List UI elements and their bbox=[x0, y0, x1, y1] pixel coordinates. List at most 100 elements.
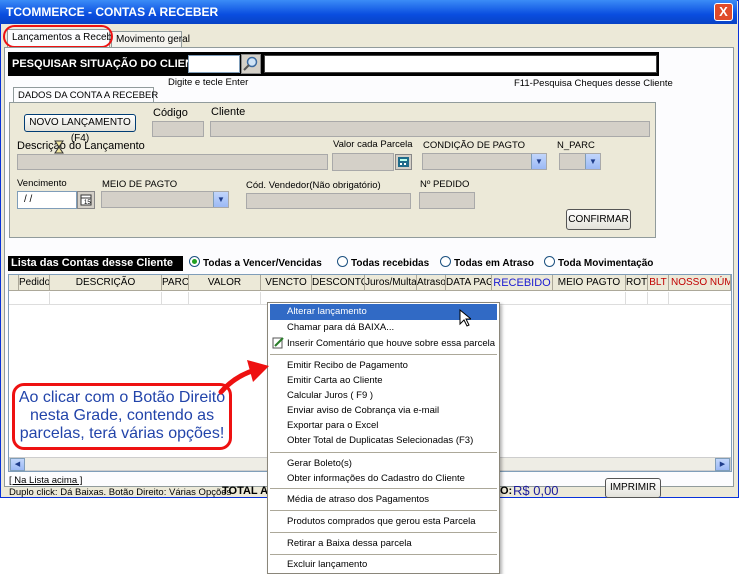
filter-recebidas[interactable]: Todas recebidas bbox=[337, 256, 429, 269]
condicao-select[interactable]: ▼ bbox=[422, 153, 547, 170]
menu-separator bbox=[270, 488, 497, 489]
nparc-select[interactable]: ▼ bbox=[559, 153, 601, 170]
tab-highlight-oval bbox=[3, 25, 113, 48]
codigo-field[interactable] bbox=[152, 121, 204, 137]
print-button-label: IMPRIMIR bbox=[609, 482, 657, 493]
scroll-right-icon[interactable]: ▶ bbox=[715, 458, 730, 471]
vendedor-field[interactable] bbox=[246, 193, 411, 209]
col-juros[interactable]: Juros/Multa bbox=[365, 275, 417, 291]
scroll-left-icon[interactable]: ◀ bbox=[10, 458, 25, 471]
menu-item-produtos[interactable]: Produtos comprados que gerou esta Parcel… bbox=[287, 516, 476, 527]
svg-text:15: 15 bbox=[84, 200, 91, 206]
confirm-button[interactable]: CONFIRMAR bbox=[566, 209, 631, 230]
menu-item-chamar-baixa[interactable]: Chamar para dá BAIXA... bbox=[287, 322, 394, 333]
menu-separator bbox=[270, 354, 497, 355]
cell-divider bbox=[625, 292, 626, 305]
chevron-down-icon: ▼ bbox=[213, 192, 228, 207]
menu-item-cadastro-cliente[interactable]: Obter informações do Cadastro do Cliente bbox=[287, 473, 465, 484]
col-pedido[interactable]: Pedido bbox=[19, 275, 50, 291]
comment-icon bbox=[272, 337, 284, 352]
grid-help-text: Duplo click: Dá Baixas. Botão Direito: V… bbox=[9, 487, 232, 498]
menu-item-calcular-juros[interactable]: Calcular Juros ( F9 ) bbox=[287, 390, 373, 401]
menu-item-inserir-comentario[interactable]: Inserir Comentário que houve sobre essa … bbox=[287, 338, 495, 349]
row-indicator-header bbox=[9, 275, 19, 291]
filter-movimentacao[interactable]: Toda Movimentação bbox=[544, 256, 653, 269]
cell-divider bbox=[668, 292, 669, 305]
meio-select[interactable]: ▼ bbox=[101, 191, 229, 208]
menu-item-alterar[interactable]: Alterar lançamento bbox=[287, 306, 367, 317]
col-meio-pagto[interactable]: MEIO PAGTO bbox=[553, 275, 626, 291]
filter-atraso[interactable]: Todas em Atraso bbox=[440, 256, 534, 269]
col-descricao[interactable]: DESCRIÇÃO bbox=[50, 275, 162, 291]
col-desconto[interactable]: DESCONTO bbox=[312, 275, 365, 291]
search-hint: Digite e tecle Enter bbox=[168, 77, 249, 88]
menu-item-exportar-excel[interactable]: Exportar para o Excel bbox=[287, 420, 378, 431]
red-arrow-icon bbox=[218, 360, 269, 395]
codigo-label: Código bbox=[153, 107, 188, 119]
col-valor[interactable]: VALOR bbox=[189, 275, 261, 291]
menu-item-media-atraso[interactable]: Média de atraso dos Pagamentos bbox=[287, 494, 429, 505]
vencimento-label: Vencimento bbox=[17, 178, 67, 189]
total-label: TOTAL A bbox=[222, 485, 269, 497]
vencimento-field[interactable]: / / bbox=[17, 191, 77, 209]
menu-item-excluir[interactable]: Excluir lançamento bbox=[287, 559, 367, 570]
col-atraso[interactable]: Atraso bbox=[417, 275, 446, 291]
radio-icon bbox=[440, 256, 451, 267]
search-result-field[interactable] bbox=[264, 55, 657, 73]
col-vencto[interactable]: VENCTO bbox=[261, 275, 312, 291]
menu-item-gerar-boleto[interactable]: Gerar Boleto(s) bbox=[287, 458, 352, 469]
mouse-cursor-icon bbox=[459, 308, 473, 330]
cell-divider bbox=[161, 292, 162, 305]
tab-dados-conta-label: DADOS DA CONTA A RECEBER bbox=[18, 90, 159, 101]
menu-item-aviso-email[interactable]: Enviar aviso de Cobrança via e-mail bbox=[287, 405, 439, 416]
col-blt[interactable]: BLT bbox=[648, 275, 669, 291]
descricao-label: Descrição do Lançamento bbox=[17, 140, 145, 152]
tab-movimento-label: Movimento geral bbox=[116, 34, 190, 45]
cliente-field[interactable] bbox=[210, 121, 650, 137]
na-lista-label: [ Na Lista acima ] bbox=[9, 475, 83, 486]
menu-item-emitir-recibo[interactable]: Emitir Recibo de Pagamento bbox=[287, 360, 408, 371]
received-label: O: bbox=[500, 485, 513, 497]
menu-item-retirar-baixa[interactable]: Retirar a Baixa dessa parcela bbox=[287, 538, 412, 549]
col-nosso-numero[interactable]: NOSSO NÚME bbox=[669, 275, 731, 291]
menu-item-total-duplicatas[interactable]: Obter Total de Duplicatas Selecionadas (… bbox=[287, 435, 473, 446]
cell-divider bbox=[260, 292, 261, 305]
print-button[interactable]: IMPRIMIR bbox=[605, 478, 661, 498]
search-button[interactable] bbox=[241, 54, 261, 74]
callout-text: Ao clicar com o Botão Direito nesta Grad… bbox=[18, 389, 226, 442]
radio-icon bbox=[337, 256, 348, 267]
cell-divider bbox=[188, 292, 189, 305]
calculator-button[interactable] bbox=[395, 154, 412, 170]
cell-divider bbox=[49, 292, 50, 305]
vencimento-value: / / bbox=[24, 194, 33, 205]
col-parc[interactable]: PARC bbox=[162, 275, 189, 291]
chevron-down-icon: ▼ bbox=[585, 154, 600, 169]
f11-hint: F11-Pesquisa Cheques desse Cliente bbox=[514, 78, 673, 89]
nparc-label: N_PARC bbox=[557, 140, 595, 151]
col-data-pag[interactable]: DATA PAG bbox=[446, 275, 492, 291]
window-titlebar[interactable]: TCOMMERCE - CONTAS A RECEBER bbox=[0, 0, 737, 24]
col-rot[interactable]: ROT bbox=[626, 275, 648, 291]
meio-label: MEIO DE PAGTO bbox=[102, 179, 178, 190]
col-recebido[interactable]: RECEBIDO bbox=[492, 275, 553, 291]
pedido-field[interactable] bbox=[419, 192, 475, 209]
window-title: TCOMMERCE - CONTAS A RECEBER bbox=[6, 5, 219, 19]
descricao-field[interactable] bbox=[17, 154, 328, 170]
filter-a-vencer[interactable]: Todas a Vencer/Vencidas bbox=[189, 256, 322, 269]
close-button[interactable]: X bbox=[714, 3, 733, 21]
list-title: Lista das Contas desse Cliente bbox=[8, 256, 183, 271]
valor-parcela-label: Valor cada Parcela bbox=[333, 139, 413, 150]
close-icon: X bbox=[719, 4, 728, 19]
hourglass-icon bbox=[54, 140, 64, 154]
tab-movimento[interactable]: Movimento geral bbox=[111, 31, 190, 47]
date-picker-button[interactable]: 15 bbox=[77, 191, 95, 209]
menu-separator bbox=[270, 554, 497, 555]
new-entry-button[interactable]: NOVO LANÇAMENTO (F4) bbox=[24, 114, 136, 144]
search-input[interactable] bbox=[188, 55, 240, 73]
calendar-icon: 15 bbox=[80, 194, 92, 206]
valor-parcela-field[interactable] bbox=[332, 153, 394, 171]
calculator-icon bbox=[398, 157, 409, 167]
menu-item-emitir-carta[interactable]: Emitir Carta ao Cliente bbox=[287, 375, 383, 386]
filter-movimentacao-label: Toda Movimentação bbox=[558, 258, 654, 269]
menu-separator bbox=[270, 510, 497, 511]
